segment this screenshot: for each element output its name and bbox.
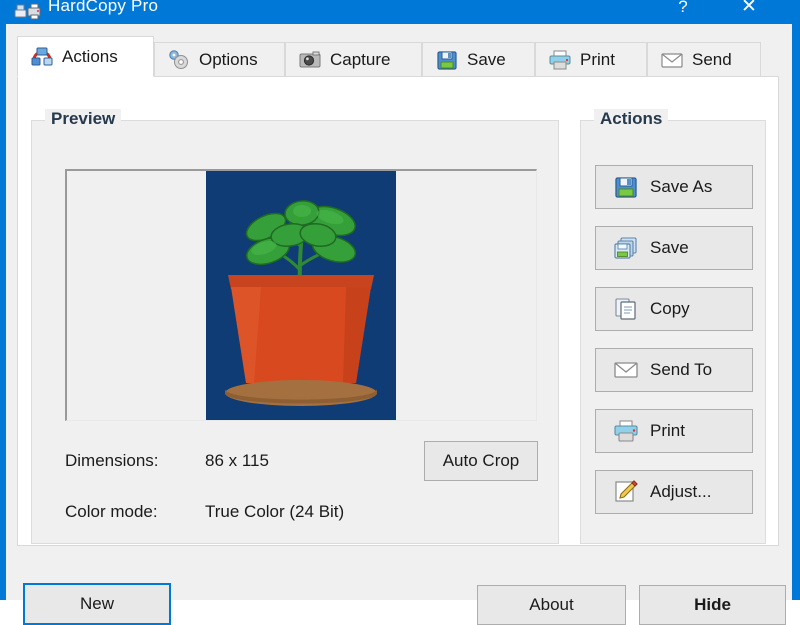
button-label: Save As <box>650 177 713 196</box>
actions-icon <box>31 46 53 68</box>
button-label: Save <box>650 238 689 257</box>
tab-label: Print <box>580 49 615 69</box>
gear-icon <box>168 49 190 71</box>
copy-icon <box>614 297 638 321</box>
client-area: Actions Options Capture Save Print Send … <box>6 24 792 625</box>
app-printer-icon <box>14 1 42 21</box>
button-label: Adjust... <box>650 482 712 501</box>
tab-save[interactable]: Save <box>422 42 535 76</box>
application-window: HardCopy Pro ? ✕ Actions Options Capture… <box>0 0 800 625</box>
envelope-icon <box>661 49 683 71</box>
adjust-button[interactable]: Adjust... <box>595 470 753 514</box>
tab-print[interactable]: Print <box>535 42 647 76</box>
window-title: HardCopy Pro <box>48 0 159 15</box>
copy-button[interactable]: Copy <box>595 287 753 331</box>
color-mode-label: Color mode: <box>65 502 158 521</box>
about-button[interactable]: About <box>477 585 626 625</box>
envelope-icon <box>614 358 638 382</box>
auto-crop-button[interactable]: Auto Crop <box>424 441 538 481</box>
button-label: Copy <box>650 299 690 318</box>
floppy-icon <box>436 49 458 71</box>
tab-label: Send <box>692 49 732 69</box>
title-bar: HardCopy Pro ? ✕ <box>0 0 800 24</box>
dimensions-label: Dimensions: <box>65 451 159 470</box>
tab-strip: Actions Options Capture Save Print Send <box>17 36 779 77</box>
button-label: Send To <box>650 360 713 379</box>
actions-group: Actions Save As Save Copy Send To Print … <box>580 109 766 544</box>
preview-group: Preview Dimensions: 86 x 115 Color mode:… <box>31 109 559 544</box>
tab-label: Capture <box>330 49 391 69</box>
printer-icon <box>614 419 638 443</box>
tab-label: Actions <box>62 46 118 66</box>
save-as-button[interactable]: Save As <box>595 165 753 209</box>
print-button[interactable]: Print <box>595 409 753 453</box>
tab-actions[interactable]: Actions <box>17 36 154 77</box>
button-label: Print <box>650 421 685 440</box>
dimensions-value: 86 x 115 <box>205 451 269 470</box>
help-button[interactable]: ? <box>660 0 706 22</box>
tab-capture[interactable]: Capture <box>285 42 422 76</box>
actions-group-title: Actions <box>594 109 669 129</box>
new-button[interactable]: New <box>23 583 171 625</box>
pencil-icon <box>614 480 638 504</box>
floppy-icon <box>614 175 638 199</box>
camera-icon <box>299 49 321 71</box>
color-mode-value: True Color (24 Bit) <box>205 502 345 521</box>
printer-icon <box>549 49 571 71</box>
save-button[interactable]: Save <box>595 226 753 270</box>
tab-send[interactable]: Send <box>647 42 761 76</box>
preview-image-frame[interactable] <box>65 169 537 421</box>
preview-image <box>206 171 396 420</box>
tab-options[interactable]: Options <box>154 42 285 76</box>
close-button[interactable]: ✕ <box>726 0 772 22</box>
floppy-stack-icon <box>614 236 638 260</box>
preview-group-title: Preview <box>45 109 122 129</box>
tab-label: Options <box>199 49 258 69</box>
tab-label: Save <box>467 49 506 69</box>
send-to-button[interactable]: Send To <box>595 348 753 392</box>
hide-button[interactable]: Hide <box>639 585 786 625</box>
